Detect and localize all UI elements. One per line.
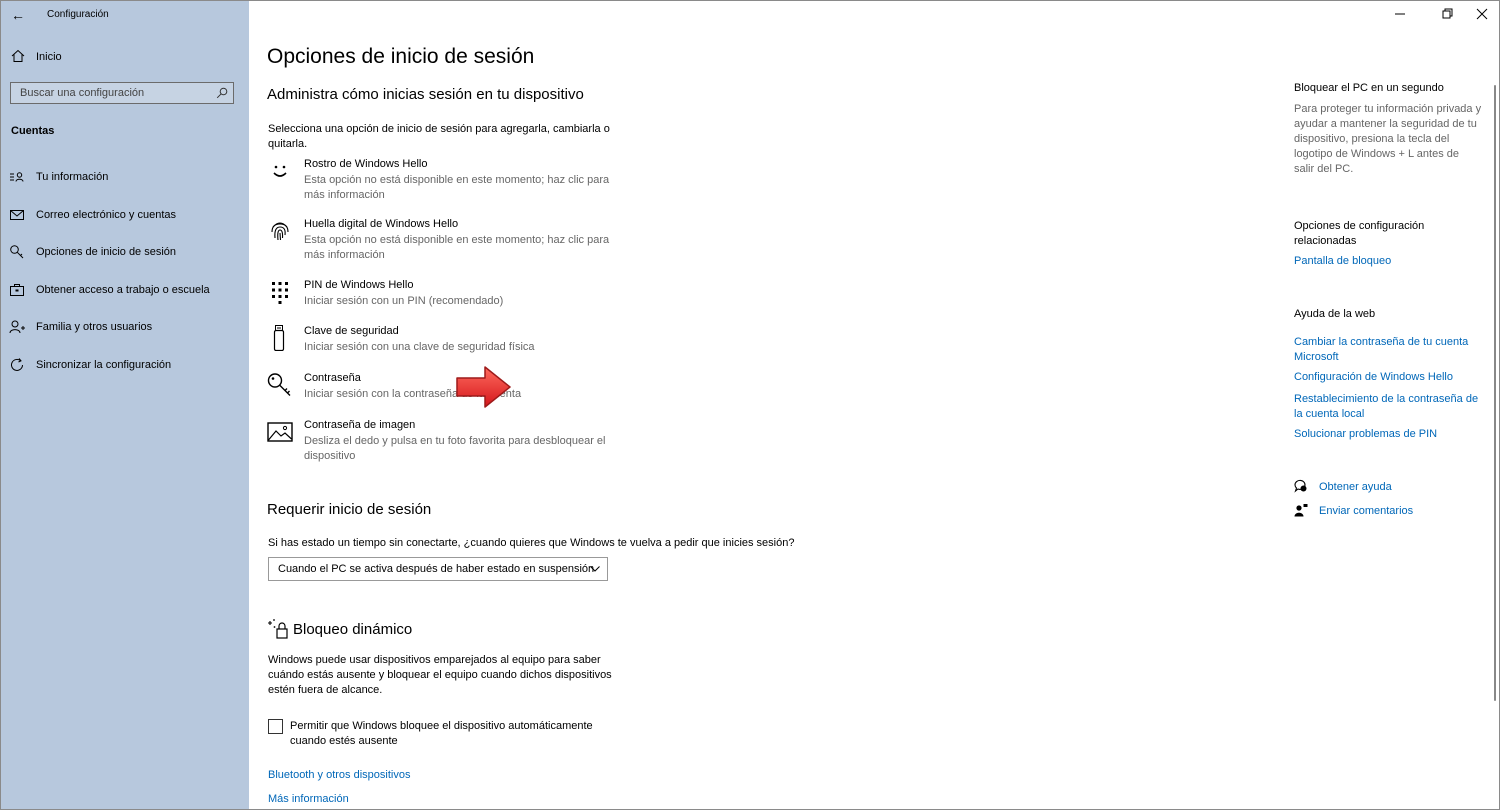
app-title: Configuración — [47, 9, 109, 20]
link-reset-local-password[interactable]: Restablecimiento de la contraseña de la … — [1294, 392, 1484, 421]
restore-icon[interactable] — [1433, 3, 1461, 25]
feedback-icon — [1294, 504, 1308, 517]
option-picture-password[interactable]: Contraseña de imagen Desliza el dedo y p… — [267, 419, 627, 465]
sidebar-item-email-accounts[interactable]: Correo electrónico y cuentas — [1, 202, 249, 228]
title-bar: ← Configuración — [1, 1, 249, 29]
page-title: Opciones de inicio de sesión — [267, 45, 535, 68]
option-title: PIN de Windows Hello — [304, 279, 414, 291]
option-title: Contraseña de imagen — [304, 419, 416, 431]
sidebar-item-sync[interactable]: Sincronizar la configuración — [1, 352, 249, 378]
link-lock-screen[interactable]: Pantalla de bloqueo — [1294, 254, 1484, 269]
intro-text: Selecciona una opción de inicio de sesió… — [268, 123, 610, 150]
sidebar-item-your-info[interactable]: Tu información — [1, 164, 249, 190]
web-help-heading: Ayuda de la web — [1294, 308, 1376, 320]
require-sign-in-dropdown[interactable]: Cuando el PC se activa después de haber … — [268, 557, 608, 581]
section-label: Cuentas — [11, 125, 55, 137]
pin-keypad-icon — [272, 282, 288, 304]
option-pin[interactable]: PIN de Windows Hello Iniciar sesión con … — [267, 279, 627, 311]
person-add-icon — [9, 320, 25, 334]
sidebar-item-label: Opciones de inicio de sesión — [36, 246, 177, 258]
close-icon[interactable] — [1468, 3, 1496, 25]
search-box[interactable] — [10, 82, 234, 104]
option-description: Iniciar sesión con una clave de segurida… — [304, 341, 535, 353]
sidebar-item-label: Sincronizar la configuración — [36, 359, 172, 371]
link-get-help[interactable]: Obtener ayuda — [1319, 480, 1479, 495]
link-change-password[interactable]: Cambiar la contraseña de tu cuenta Micro… — [1294, 335, 1484, 364]
face-icon — [273, 165, 287, 177]
require-sign-in-text: Si has estado un tiempo sin conectarte, … — [268, 537, 795, 549]
sidebar-item-home[interactable]: Inicio — [1, 47, 249, 69]
dropdown-selected-value: Cuando el PC se activa después de haber … — [278, 563, 595, 575]
option-security-key[interactable]: Clave de seguridad Iniciar sesión con un… — [267, 325, 627, 357]
back-arrow-icon: ← — [11, 7, 25, 23]
sidebar: ← Configuración Inicio Cuentas Tu inform… — [1, 1, 249, 809]
option-title: Contraseña — [304, 372, 361, 384]
link-bluetooth-devices[interactable]: Bluetooth y otros dispositivos — [268, 768, 410, 782]
section-heading-dynamic-lock: Bloqueo dinámico — [293, 621, 413, 638]
back-button[interactable]: ← — [7, 5, 29, 25]
option-fingerprint[interactable]: Huella digital de Windows Hello Esta opc… — [267, 218, 627, 264]
option-title: Clave de seguridad — [304, 325, 399, 337]
settings-window: ← Configuración Inicio Cuentas Tu inform… — [0, 0, 1500, 810]
search-icon[interactable] — [216, 87, 228, 99]
link-more-info[interactable]: Más información — [268, 792, 349, 806]
dynamic-lock-checkbox[interactable] — [268, 719, 283, 734]
lock-pc-heading: Bloquear el PC en un segundo — [1294, 82, 1444, 94]
key-icon — [10, 245, 24, 259]
annotation-arrow-icon — [456, 366, 511, 408]
sidebar-item-work-school[interactable]: Obtener acceso a trabajo o escuela — [1, 277, 249, 303]
option-password[interactable]: Contraseña Iniciar sesión con la contras… — [267, 372, 627, 404]
chat-help-icon — [1294, 479, 1307, 493]
dynamic-lock-text: Windows puede usar dispositivos empareja… — [268, 654, 612, 696]
section-heading-manage: Administra cómo inicias sesión en tu dis… — [267, 86, 584, 103]
dynamic-lock-icon — [268, 619, 288, 639]
sidebar-item-label: Inicio — [36, 51, 62, 63]
fingerprint-icon — [271, 222, 289, 241]
sidebar-item-sign-in-options[interactable]: Opciones de inicio de sesión — [1, 239, 249, 265]
briefcase-icon — [10, 284, 24, 296]
link-troubleshoot-pin[interactable]: Solucionar problemas de PIN — [1294, 427, 1484, 442]
dynamic-lock-checkbox-label[interactable]: Permitir que Windows bloquee el disposit… — [290, 719, 593, 749]
option-description: Esta opción no está disponible en este m… — [304, 234, 610, 261]
person-card-icon — [10, 172, 24, 182]
option-title: Huella digital de Windows Hello — [304, 218, 459, 230]
sidebar-item-label: Correo electrónico y cuentas — [36, 209, 177, 221]
option-face[interactable]: Rostro de Windows Hello Esta opción no e… — [267, 158, 627, 204]
link-windows-hello-setup[interactable]: Configuración de Windows Hello — [1294, 370, 1484, 385]
minimize-icon[interactable] — [1386, 3, 1414, 25]
search-input[interactable] — [11, 83, 220, 103]
password-key-icon — [267, 373, 291, 396]
usb-key-icon — [273, 325, 285, 351]
option-title: Rostro de Windows Hello — [304, 158, 428, 170]
mail-icon — [10, 210, 24, 220]
section-heading-require-sign-in: Requerir inicio de sesión — [267, 501, 432, 518]
link-send-feedback[interactable]: Enviar comentarios — [1319, 504, 1479, 519]
sidebar-item-label: Familia y otros usuarios — [36, 321, 153, 333]
sidebar-item-label: Obtener acceso a trabajo o escuela — [36, 284, 210, 296]
related-settings-heading: Opciones de configuración relacionadas — [1294, 220, 1425, 247]
lock-pc-text: Para proteger tu información privada y a… — [1294, 103, 1482, 175]
home-icon — [11, 49, 25, 62]
sidebar-item-label: Tu información — [36, 171, 109, 183]
right-panel: Bloquear el PC en un segundo Para proteg… — [1294, 1, 1484, 809]
chevron-down-icon — [590, 566, 600, 572]
option-description: Iniciar sesión con un PIN (recomendado) — [304, 295, 504, 307]
scrollbar[interactable] — [1494, 85, 1496, 701]
option-description: Desliza el dedo y pulsa en tu foto favor… — [304, 435, 606, 462]
sidebar-item-family[interactable]: Familia y otros usuarios — [1, 314, 249, 340]
sync-icon — [11, 358, 23, 371]
picture-icon — [267, 422, 293, 442]
option-description: Esta opción no está disponible en este m… — [304, 174, 610, 201]
main-content: Opciones de inicio de sesión Administra … — [249, 1, 1259, 809]
